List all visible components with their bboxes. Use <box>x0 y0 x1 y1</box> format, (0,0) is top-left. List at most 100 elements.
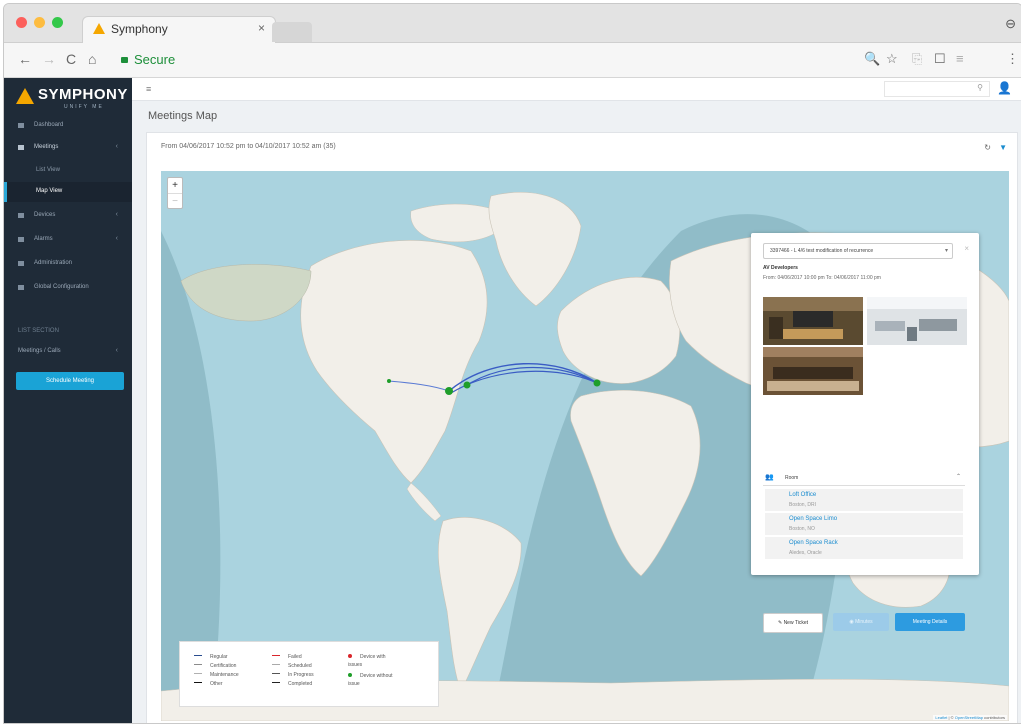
top-bar: ≡ ⚲ 👤 <box>132 78 1021 101</box>
legend-item: Device without <box>348 673 393 679</box>
minimize-window-button[interactable] <box>34 17 45 28</box>
devices-icon <box>18 213 24 218</box>
sidebar-item-devices[interactable]: Devices ‹ <box>4 206 132 228</box>
legend-line-swatch <box>194 664 202 665</box>
forward-icon[interactable]: → <box>42 51 56 67</box>
legend-label-continuation: issue <box>348 681 360 687</box>
legend-label-continuation: issues <box>348 662 363 668</box>
room-name[interactable]: Open Space Limo <box>789 516 837 522</box>
sidebar-item-label: Devices <box>34 212 56 218</box>
map-attribution: Leaflet | © OpenStreetMap contributors <box>933 715 1007 720</box>
date-range-filter[interactable]: From 04/06/2017 10:52 pm to 04/10/2017 1… <box>161 143 336 150</box>
room-location: Boston, NO <box>789 526 815 532</box>
legend-line-swatch <box>194 682 202 683</box>
reload-icon[interactable]: C <box>66 51 76 67</box>
profile-icon[interactable]: ⊖ <box>1005 16 1016 32</box>
legend-label: Scheduled <box>288 663 312 669</box>
extensions-menu-icon[interactable]: ≡ <box>956 51 964 66</box>
minutes-button[interactable]: ◉ Minutes <box>833 613 889 631</box>
chevron-up-icon: ⌃ <box>955 474 961 480</box>
world-map[interactable]: + − 3397466 - L 4/6 test modification of… <box>161 171 1009 721</box>
leaflet-link[interactable]: Leaflet <box>935 715 947 720</box>
chevron-icon: ‹ <box>115 211 118 218</box>
map-device-marker[interactable] <box>463 381 471 389</box>
sidebar-item-alarms[interactable]: Alarms ‹ <box>4 230 132 252</box>
home-icon[interactable]: ⌂ <box>88 51 96 67</box>
room-list-item[interactable]: Open Space Rack Aledes, Oracle <box>765 537 963 559</box>
meeting-select[interactable]: 3397466 - L 4/6 test modification of rec… <box>763 243 953 259</box>
sidebar-item-map-view[interactable]: Map View <box>4 182 132 202</box>
meeting-select-value: 3397466 - L 4/6 test modification of rec… <box>770 248 874 254</box>
room-photo[interactable] <box>763 347 863 395</box>
back-icon[interactable]: ← <box>18 51 32 67</box>
sidebar-item-global-configuration[interactable]: Global Configuration <box>4 278 132 300</box>
zoom-window-button[interactable] <box>52 17 63 28</box>
attribution-tail: contributors <box>982 715 1005 720</box>
page-title: Meetings Map <box>148 110 218 122</box>
alarms-icon <box>18 237 24 242</box>
refresh-icon[interactable]: ↻ <box>984 143 991 152</box>
filter-icon[interactable]: ▼ <box>999 143 1007 152</box>
meeting-popup: 3397466 - L 4/6 test modification of rec… <box>751 233 979 633</box>
brand-subtitle: UNIFY ME <box>64 104 104 110</box>
new-ticket-button[interactable]: ✎ New Ticket <box>763 613 823 633</box>
map-device-marker[interactable] <box>445 387 453 395</box>
tab-title: Symphony <box>111 22 168 36</box>
sidebar-item-label: Dashboard <box>34 122 64 128</box>
sidebar-item-meetings[interactable]: Meetings ‹ <box>4 138 132 160</box>
legend-label: Maintenance <box>210 672 239 678</box>
zoom-out-button[interactable]: − <box>168 193 182 209</box>
new-tab-button[interactable] <box>272 22 312 42</box>
browser-menu-icon[interactable]: ⋮ <box>1006 51 1019 67</box>
sidebar-item-label: Global Configuration <box>34 284 89 290</box>
legend-line-swatch <box>194 655 202 656</box>
extension-icon[interactable]: ⎘ <box>912 51 922 67</box>
legend-line-swatch <box>194 673 202 674</box>
zoom-search-icon[interactable]: 🔍 <box>864 51 880 67</box>
sidebar-item-label: Administration <box>34 260 73 266</box>
sidebar-item-label: Map View <box>36 188 63 194</box>
map-device-marker[interactable] <box>387 379 391 383</box>
sidebar: SYMPHONY UNIFY ME Dashboard Meetings ‹ L… <box>4 78 132 723</box>
sidebar-item-administration[interactable]: Administration <box>4 254 132 276</box>
legend-line-swatch <box>272 655 280 656</box>
room-photo[interactable] <box>763 297 863 345</box>
url-field[interactable]: Secure <box>121 52 175 67</box>
brand-name: SYMPHONY <box>38 86 128 103</box>
map-device-marker[interactable] <box>593 379 601 387</box>
address-bar: ← → C ⌂ Secure 🔍 ☆ ⎘ ☐ ≡ ⋮ <box>4 43 1021 78</box>
cast-icon[interactable]: ☐ <box>934 51 946 67</box>
close-icon[interactable]: × <box>964 244 969 253</box>
bookmark-star-icon[interactable]: ☆ <box>886 51 898 67</box>
tab-close-icon[interactable]: × <box>258 21 265 35</box>
meeting-details-button[interactable]: Meeting Details <box>895 613 965 631</box>
osm-link[interactable]: OpenStreetMap <box>955 715 983 720</box>
meetings-icon <box>18 145 24 150</box>
map-panel: From 04/06/2017 10:52 pm to 04/10/2017 1… <box>146 132 1018 723</box>
rooms-accordion[interactable]: 👥 Room ⌃ <box>763 471 965 486</box>
user-icon[interactable]: 👤 <box>997 81 1012 95</box>
search-input[interactable]: ⚲ <box>884 81 990 97</box>
tab-bar: Symphony × ⊖ <box>4 4 1021 43</box>
schedule-meeting-button[interactable]: Schedule Meeting <box>16 372 124 390</box>
legend-item: In Progress <box>272 672 314 678</box>
legend-item: Completed <box>272 681 312 687</box>
sidebar-item-list-view[interactable]: List View <box>4 161 132 181</box>
room-location: Aledes, Oracle <box>789 550 822 556</box>
sidebar-section-label: LIST SECTION <box>18 328 59 334</box>
room-name[interactable]: Loft Office <box>789 492 816 498</box>
browser-tab[interactable]: Symphony × <box>82 16 276 43</box>
browser-window: Symphony × ⊖ ← → C ⌂ Secure 🔍 ☆ ⎘ ☐ ≡ ⋮ … <box>3 3 1021 724</box>
room-list-item[interactable]: Loft Office Boston, DRI <box>765 489 963 511</box>
sidebar-item-meetings-calls[interactable]: Meetings / Calls ‹ <box>4 342 132 364</box>
room-name[interactable]: Open Space Rack <box>789 540 838 546</box>
legend-item: Scheduled <box>272 663 312 669</box>
meeting-time: From: 04/06/2017 10:00 pm To: 04/06/2017… <box>763 275 881 281</box>
sidebar-item-label: Meetings <box>34 144 59 150</box>
sidebar-item-dashboard[interactable]: Dashboard <box>4 116 132 138</box>
hamburger-menu-icon[interactable]: ≡ <box>146 84 151 94</box>
room-list-item[interactable]: Open Space Limo Boston, NO <box>765 513 963 535</box>
close-window-button[interactable] <box>16 17 27 28</box>
zoom-in-button[interactable]: + <box>168 178 182 193</box>
room-photo[interactable] <box>867 297 967 345</box>
